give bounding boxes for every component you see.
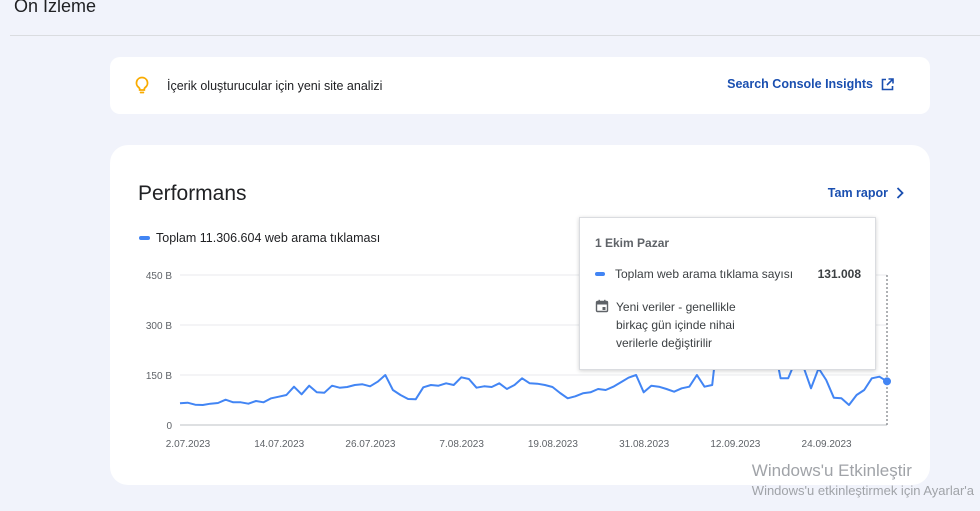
y-tick-label: 450 B <box>146 271 172 282</box>
x-tick-label: 14.07.2023 <box>254 439 304 450</box>
x-tick-label: 12.09.2023 <box>710 439 760 450</box>
tooltip-swatch <box>595 272 605 276</box>
tooltip-metric-row: Toplam web arama tıklama sayısı 131.008 <box>595 267 861 281</box>
windows-activation-watermark: Windows'u Etkinleştir Windows'u etkinleş… <box>752 461 974 498</box>
x-tick-label: 24.09.2023 <box>802 439 852 450</box>
x-tick-label: 2.07.2023 <box>166 439 211 450</box>
tooltip-metric-label: Toplam web arama tıklama sayısı <box>615 267 794 281</box>
chart-tooltip: 1 Ekim Pazar Toplam web arama tıklama sa… <box>579 217 876 370</box>
tooltip-date: 1 Ekim Pazar <box>595 236 670 250</box>
y-tick-label: 300 B <box>146 321 172 332</box>
highlighted-point[interactable] <box>883 377 891 386</box>
watermark-title: Windows'u Etkinleştir <box>751 461 912 480</box>
x-tick-label: 7.08.2023 <box>439 439 484 450</box>
x-tick-label: 31.08.2023 <box>619 439 669 450</box>
watermark-subtitle: Windows'u etkinleştirmek için Ayarlar'a <box>751 483 974 498</box>
tooltip-note-line-1: Yeni veriler - genellikle <box>616 300 736 314</box>
y-tick-label: 150 B <box>146 371 172 382</box>
tooltip-note-line-2: birkaç gün içinde nihai <box>616 318 735 332</box>
tooltip-metric-value: 131.008 <box>817 267 861 281</box>
y-tick-label: 0 <box>166 421 172 432</box>
x-tick-label: 19.08.2023 <box>528 439 578 450</box>
tooltip-note-line-3: verilerle değiştirilir <box>616 336 713 350</box>
tooltip-note: Yeni veriler - genellikle birkaç gün içi… <box>595 298 766 352</box>
x-tick-label: 26.07.2023 <box>345 439 395 450</box>
calendar-icon <box>595 299 609 313</box>
